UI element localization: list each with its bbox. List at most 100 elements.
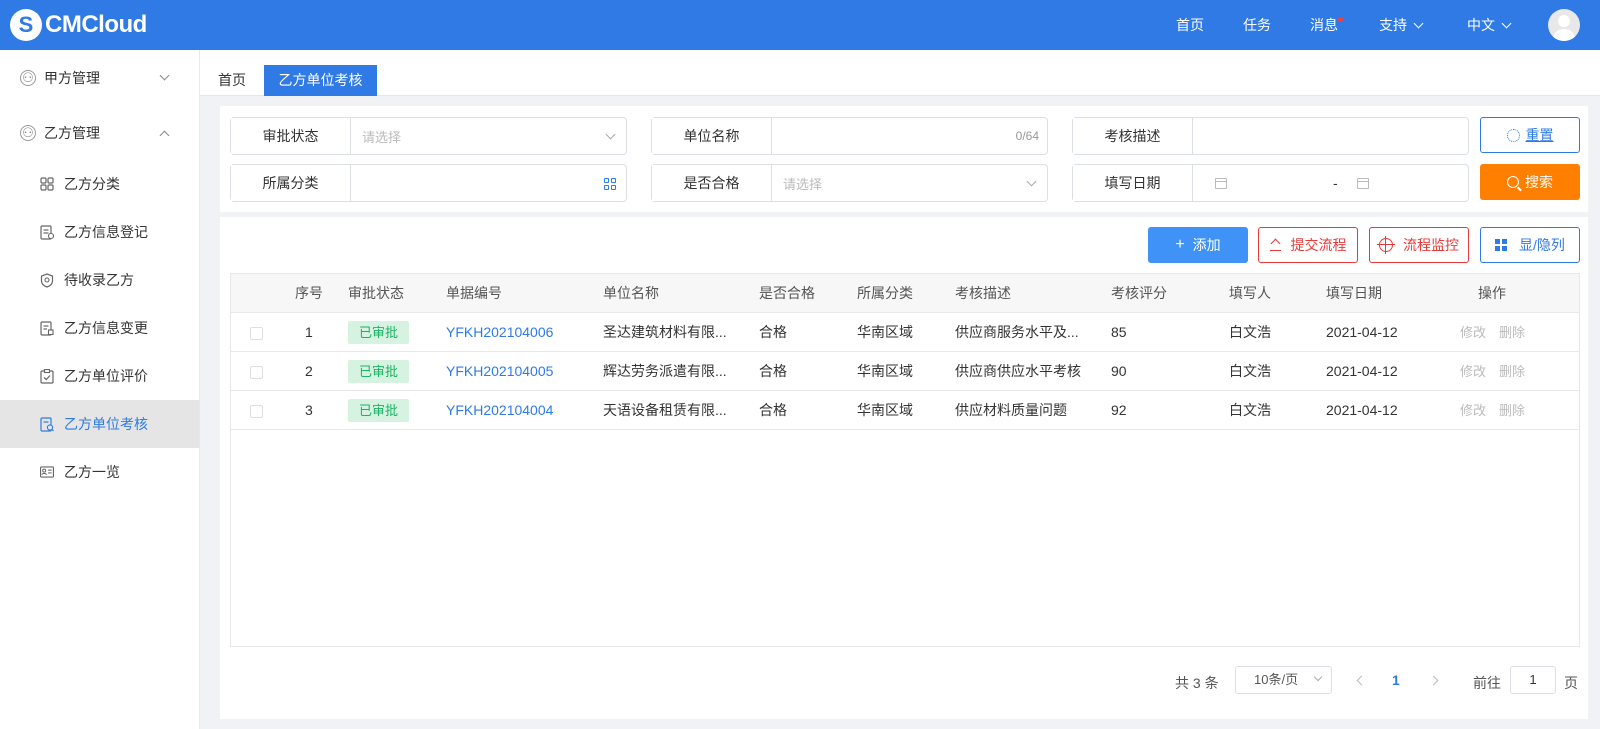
unit-name-input[interactable]: 0/64 — [772, 118, 1047, 154]
date-cell: 2021-04-12 — [1326, 324, 1398, 340]
chevron-down-icon — [1313, 672, 1323, 682]
filter-label: 考核描述 — [1073, 118, 1193, 154]
sidebar-item-category[interactable]: 乙方分类 — [0, 160, 199, 208]
tab-assessment[interactable]: 乙方单位考核 — [264, 65, 377, 96]
unit-name-cell: 圣达建筑材料有限... — [603, 324, 727, 340]
document-code-link[interactable]: YFKH202104004 — [446, 391, 553, 430]
page-number-current[interactable]: 1 — [1392, 672, 1400, 688]
chevron-down-icon — [1501, 18, 1512, 28]
qualified-select[interactable]: 请选择 — [772, 165, 1047, 201]
toggle-columns-button[interactable]: 显/隐列 — [1480, 227, 1580, 263]
flow-monitor-label: 流程监控 — [1403, 237, 1459, 253]
qualified-cell: 合格 — [759, 402, 787, 418]
sidebar-item-evaluation[interactable]: 乙方单位评价 — [0, 352, 199, 400]
next-page-icon[interactable] — [1428, 675, 1439, 686]
sidebar-group-party-a[interactable]: ⚇ 甲方管理 — [0, 58, 200, 98]
nav-support[interactable]: 支持 — [1379, 0, 1424, 50]
data-table: 序号 审批状态 单据编号 单位名称 是否合格 所属分类 考核描述 考核评分 填写… — [230, 273, 1580, 647]
column-header: 审批状态 — [348, 285, 404, 301]
assess-desc-input[interactable] — [1193, 118, 1468, 154]
sidebar-item-registration[interactable]: 乙方信息登记 — [0, 208, 199, 256]
chevron-down-icon — [605, 129, 616, 140]
sidebar-item-label: 乙方分类 — [64, 176, 120, 192]
flow-monitor-button[interactable]: 流程监控 — [1369, 227, 1469, 263]
page-size-value: 10条/页 — [1254, 672, 1299, 687]
category-filter: 所属分类 — [230, 164, 627, 202]
nav-messages[interactable]: 消息 — [1310, 0, 1343, 50]
group-icon: ⚇ — [20, 125, 36, 141]
search-icon — [1507, 176, 1519, 188]
filter-label: 单位名称 — [652, 118, 772, 154]
sidebar-item-pending[interactable]: 待收录乙方 — [0, 256, 199, 304]
date-separator: - — [1333, 175, 1338, 191]
column-header: 考核描述 — [955, 285, 1011, 301]
sidebar-item-overview[interactable]: 乙方一览 — [0, 448, 199, 496]
edit-link[interactable]: 修改 — [1460, 313, 1486, 352]
table-row: 3 已审批 YFKH202104004 天语设备租赁有限... 合格 华南区域 … — [231, 391, 1579, 430]
search-button[interactable]: 搜索 — [1480, 164, 1580, 200]
column-header: 单位名称 — [603, 285, 659, 301]
qualified-filter: 是否合格 请选择 — [651, 164, 1048, 202]
filler-cell: 白文浩 — [1229, 324, 1271, 340]
user-avatar[interactable] — [1548, 9, 1580, 41]
unit-name-filter: 单位名称 0/64 — [651, 117, 1048, 155]
category-picker[interactable] — [351, 165, 626, 201]
page-suffix: 页 — [1564, 675, 1578, 691]
date-cell: 2021-04-12 — [1326, 363, 1398, 379]
goto-page-input[interactable]: 1 — [1510, 666, 1556, 694]
row-number: 2 — [305, 363, 313, 379]
table-row: 1 已审批 YFKH202104006 圣达建筑材料有限... 合格 华南区域 … — [231, 313, 1579, 352]
sidebar-item-change[interactable]: 乙方信息变更 — [0, 304, 199, 352]
grid-icon[interactable] — [604, 178, 616, 190]
select-placeholder: 请选择 — [783, 176, 823, 192]
description-cell: 供应商服务水平及... — [955, 324, 1079, 340]
upload-icon — [1269, 239, 1281, 252]
filter-label: 填写日期 — [1073, 165, 1193, 201]
edit-link[interactable]: 修改 — [1460, 391, 1486, 430]
delete-link[interactable]: 删除 — [1499, 313, 1525, 352]
prev-page-icon[interactable] — [1356, 675, 1367, 686]
description-cell: 供应商供应水平考核 — [955, 363, 1081, 379]
logo[interactable]: S CMCloud — [10, 9, 147, 41]
qualified-cell: 合格 — [759, 363, 787, 379]
reset-button[interactable]: 重置 — [1480, 117, 1580, 153]
column-header: 序号 — [295, 285, 323, 301]
column-header: 考核评分 — [1111, 285, 1167, 301]
unit-name-cell: 天语设备租赁有限... — [603, 402, 727, 418]
assess-desc-filter: 考核描述 — [1072, 117, 1469, 155]
approval-status-select[interactable]: 请选择 — [351, 118, 626, 154]
page-size-select[interactable]: 10条/页 — [1235, 666, 1332, 694]
date-range-picker[interactable]: - — [1193, 165, 1468, 201]
sidebar-group-party-b[interactable]: ⚇ 乙方管理 — [0, 113, 200, 153]
unread-dot — [1338, 17, 1343, 22]
nav-home[interactable]: 首页 — [1176, 0, 1204, 50]
document-edit-icon — [40, 320, 54, 336]
row-checkbox[interactable] — [250, 366, 263, 379]
add-button[interactable]: + 添加 — [1148, 227, 1248, 263]
document-code-link[interactable]: YFKH202104005 — [446, 352, 553, 391]
toggle-columns-label: 显/隐列 — [1519, 237, 1565, 253]
refresh-icon — [1506, 128, 1520, 142]
users-icon: ⚇ — [20, 70, 36, 86]
filler-cell: 白文浩 — [1229, 402, 1271, 418]
language-select[interactable]: 中文 — [1467, 0, 1512, 50]
row-checkbox[interactable] — [250, 327, 263, 340]
edit-link[interactable]: 修改 — [1460, 352, 1486, 391]
delete-link[interactable]: 删除 — [1499, 352, 1525, 391]
clipboard-check-icon — [40, 368, 54, 384]
sidebar-group-label: 甲方管理 — [44, 70, 100, 86]
nav-tasks[interactable]: 任务 — [1243, 0, 1271, 50]
submit-flow-button[interactable]: 提交流程 — [1258, 227, 1358, 263]
row-checkbox[interactable] — [250, 405, 263, 418]
sidebar-item-label: 乙方信息变更 — [64, 320, 148, 336]
filler-cell: 白文浩 — [1229, 363, 1271, 379]
status-badge: 已审批 — [348, 321, 409, 344]
column-header: 操作 — [1478, 285, 1506, 301]
tab-home[interactable]: 首页 — [208, 65, 256, 96]
sidebar-item-assessment[interactable]: 乙方单位考核 — [0, 400, 199, 448]
document-code-link[interactable]: YFKH202104006 — [446, 313, 553, 352]
delete-link[interactable]: 删除 — [1499, 391, 1525, 430]
submit-flow-label: 提交流程 — [1290, 237, 1347, 253]
tab-bar: 首页 乙方单位考核 — [200, 50, 1600, 96]
date-cell: 2021-04-12 — [1326, 402, 1398, 418]
